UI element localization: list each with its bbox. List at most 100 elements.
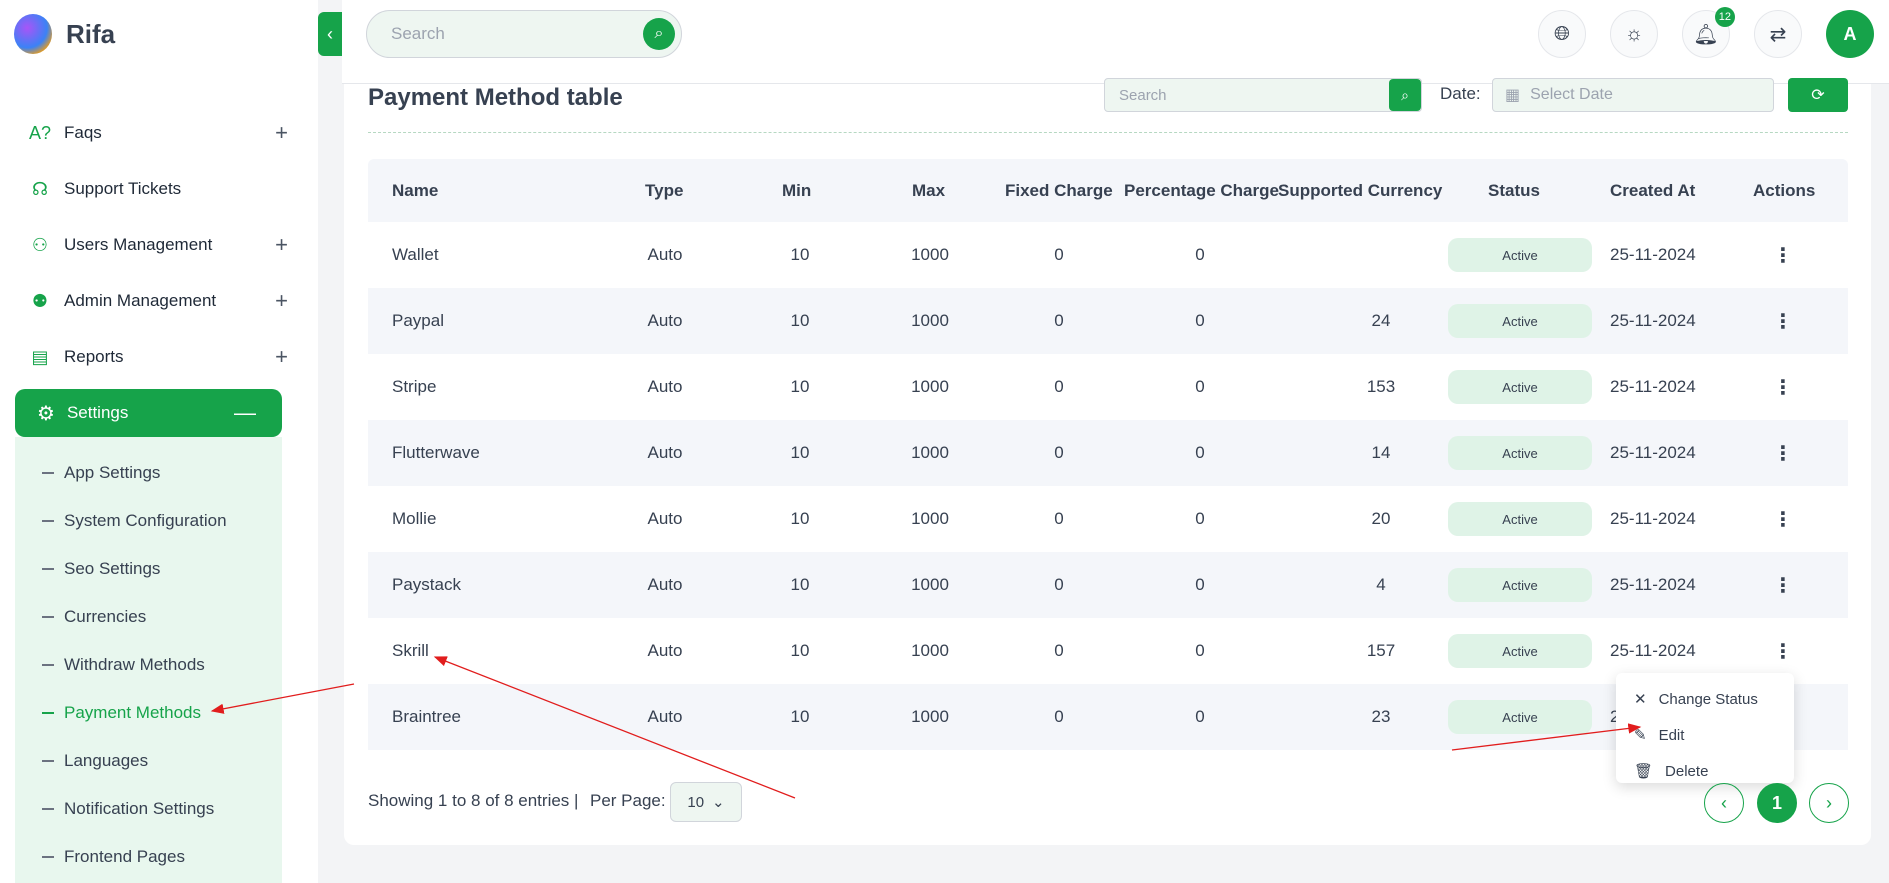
dash-icon [42, 712, 54, 714]
translate-icon[interactable]: ⇄ [1754, 10, 1802, 58]
sidebar-item-faqs[interactable]: A? Faqs + [28, 113, 288, 153]
chevron-left-icon: ‹ [327, 23, 333, 44]
minus-icon[interactable]: — [234, 400, 256, 426]
row-actions-menu: ✕ Change Status ✎ Edit 🗑︎ Delete [1616, 673, 1794, 783]
search-input[interactable]: Search ⌕ [366, 10, 682, 58]
pagination-prev[interactable]: ‹ [1704, 783, 1744, 823]
more-actions-icon[interactable]: ⋮ [1773, 573, 1793, 598]
column-header[interactable]: Created At [1610, 181, 1695, 201]
submenu-item-frontend-pages[interactable]: Frontend Pages [42, 847, 185, 867]
more-actions-icon[interactable]: ⋮ [1773, 243, 1793, 268]
brand[interactable]: Rifa [14, 14, 115, 54]
more-actions-icon[interactable]: ⋮ [1773, 441, 1793, 466]
submenu-label: System Configuration [64, 511, 227, 530]
settings-submenu: App Settings System Configuration Seo Se… [15, 437, 282, 883]
column-header[interactable]: Min [782, 181, 811, 201]
table-row: Mollie Auto 10 1000 0 0 20 Active 25-11-2024 ⋮ [368, 486, 1848, 552]
search-placeholder: Search [391, 24, 445, 43]
dash-icon [42, 520, 54, 522]
brand-logo [14, 14, 52, 54]
cell-name: Skrill [392, 641, 429, 660]
column-header[interactable]: Name [392, 181, 438, 201]
refresh-icon: ⟳ [1811, 87, 1825, 104]
sidebar-item-settings[interactable]: ⚙ Settings — [15, 389, 282, 437]
delete-menu-item[interactable]: 🗑︎ Delete [1616, 753, 1794, 789]
more-actions-icon[interactable]: ⋮ [1773, 375, 1793, 400]
column-header[interactable]: Status [1488, 181, 1540, 201]
per-page-select[interactable]: 10 ⌄ [670, 782, 742, 822]
column-header[interactable]: Supported Currency [1278, 181, 1442, 201]
sidebar-item-support-tickets[interactable]: ☊ Support Tickets [28, 169, 288, 209]
sun-icon[interactable]: ☼ [1610, 10, 1658, 58]
submenu-item-notification-settings[interactable]: Notification Settings [42, 799, 214, 819]
status-badge: Active [1448, 370, 1592, 404]
column-header[interactable]: Fixed Charge [1005, 181, 1113, 201]
submenu-item-languages[interactable]: Languages [42, 751, 148, 771]
date-picker[interactable]: ▦ Select Date [1492, 78, 1774, 112]
cell-status: Active [1448, 370, 1592, 404]
column-header[interactable]: Max [912, 181, 945, 201]
dash-icon [42, 856, 54, 858]
status-badge: Active [1448, 700, 1592, 734]
sidebar-item-users-management[interactable]: ⚇ Users Management + [28, 225, 288, 265]
edit-menu-item[interactable]: ✎ Edit [1616, 717, 1794, 753]
entries-info: Showing 1 to 8 of 8 entries | [368, 791, 579, 810]
trash-icon: 🗑︎ [1634, 763, 1654, 780]
submenu-label: Frontend Pages [64, 847, 185, 866]
more-actions-icon[interactable]: ⋮ [1773, 507, 1793, 532]
submenu-item-system-configuration[interactable]: System Configuration [42, 511, 227, 531]
status-badge: Active [1448, 634, 1592, 668]
submenu-label: Withdraw Methods [64, 655, 205, 674]
more-actions-icon[interactable]: ⋮ [1773, 639, 1793, 664]
gear-icon: ⚙ [37, 402, 55, 425]
column-header[interactable]: Type [645, 181, 683, 201]
refresh-button[interactable]: ⟳ [1788, 78, 1848, 112]
submenu-item-payment-methods[interactable]: Payment Methods [42, 703, 201, 723]
plus-icon[interactable]: + [275, 120, 288, 146]
chevron-left-icon: ‹ [1721, 792, 1727, 813]
table-row: Paystack Auto 10 1000 0 0 4 Active 25-11-2024 ⋮ [368, 552, 1848, 618]
pagination-next[interactable]: › [1809, 783, 1849, 823]
submenu-item-currencies[interactable]: Currencies [42, 607, 146, 627]
cell-name: Braintree [392, 707, 461, 726]
plus-icon[interactable]: + [275, 232, 288, 258]
submenu-item-withdraw-methods[interactable]: Withdraw Methods [42, 655, 205, 675]
sidebar-item-admin-management[interactable]: ⚉ Admin Management + [28, 281, 288, 321]
avatar[interactable]: A [1826, 10, 1874, 58]
sidebar-collapse-button[interactable]: ‹ [318, 12, 342, 56]
sidebar-item-label: Admin Management [64, 291, 217, 310]
pagination-page[interactable]: 1 [1757, 783, 1797, 823]
submenu-label: Seo Settings [64, 559, 161, 578]
search-icon[interactable]: ⌕ [643, 18, 675, 50]
users-icon: ⚇ [31, 234, 49, 255]
dash-icon [42, 472, 54, 474]
topbar: Search ⌕ 🌐︎ ☼ 🔔︎ 12 ⇄ [342, 0, 1889, 84]
cell-created-at: 25-11-2024 [1610, 509, 1696, 528]
sidebar: Rifa A? Faqs + ☊ Support Tickets ⚇ Users… [0, 0, 318, 883]
more-actions-icon[interactable]: ⋮ [1773, 309, 1793, 334]
pencil-icon: ✎ [1634, 727, 1647, 744]
submenu-item-seo-settings[interactable]: Seo Settings [42, 559, 160, 579]
sidebar-item-reports[interactable]: ▤ Reports + [28, 337, 288, 377]
dash-icon [42, 568, 54, 570]
table-row: Flutterwave Auto 10 1000 0 0 14 Active 25-11-202… [368, 420, 1848, 486]
status-badge: Active [1448, 502, 1592, 536]
date-placeholder: Select Date [1530, 86, 1613, 103]
plus-icon[interactable]: + [275, 288, 288, 314]
status-badge: Active [1448, 304, 1592, 338]
table-header: Name Type Min Max Fixed Charge Percentag… [368, 159, 1848, 222]
column-header[interactable]: Percentage Charge [1124, 181, 1279, 201]
cell-name: Stripe [392, 377, 437, 396]
plus-icon[interactable]: + [275, 344, 288, 370]
cell-created-at: 25-11-2024 [1610, 575, 1696, 594]
search-placeholder: Search [1119, 86, 1167, 104]
submenu-item-app-settings[interactable]: App Settings [42, 463, 160, 483]
search-icon[interactable]: ⌕ [1389, 79, 1421, 111]
cell-created-at: 25-11-2024 [1610, 641, 1696, 660]
brand-name: Rifa [66, 18, 116, 49]
table-search-input[interactable]: Search ⌕ [1104, 78, 1422, 112]
bell-icon[interactable]: 🔔︎ 12 [1682, 7, 1735, 58]
sidebar-item-label: Users Management [64, 235, 213, 254]
globe-icon[interactable]: 🌐︎ [1538, 10, 1586, 58]
change-status-menu-item[interactable]: ✕ Change Status [1616, 681, 1794, 717]
